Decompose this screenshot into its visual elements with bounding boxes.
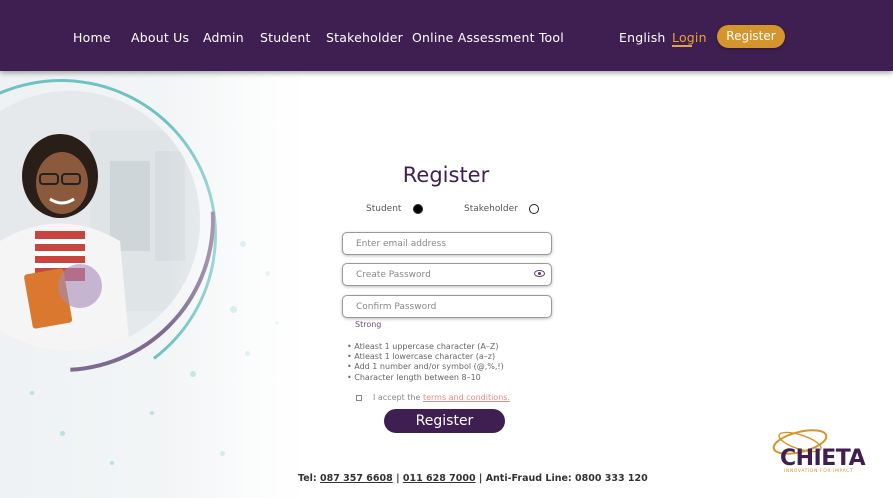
password-rule: • Character length between 8–10	[347, 373, 481, 382]
password-strength-indicator: Strong	[355, 320, 382, 329]
nav-online-assessment-tool[interactable]: Online Assessment Tool	[412, 30, 564, 45]
email-field[interactable]: Enter email address	[342, 232, 552, 255]
terms-label: I accept the terms and conditions.	[373, 393, 510, 402]
active-underline	[672, 45, 692, 47]
nav-home[interactable]: Home	[73, 30, 111, 45]
footer-contact: Tel: 087 357 6608 | 011 628 7000 | Anti-…	[298, 473, 648, 484]
footer-separator: |	[478, 473, 483, 484]
top-navbar: Home About Us Admin Student Stakeholder …	[0, 0, 893, 71]
hero-image	[0, 71, 300, 498]
tel-label: Tel:	[298, 473, 317, 484]
password-rule: • Atleast 1 lowercase character (a–z)	[347, 352, 496, 361]
language-selector[interactable]: English	[619, 30, 666, 45]
nav-about-us[interactable]: About Us	[131, 30, 189, 45]
logo-wordmark: CHIETA	[780, 446, 866, 471]
nav-stakeholder[interactable]: Stakeholder	[326, 30, 403, 45]
show-password-eye-icon[interactable]	[534, 270, 545, 277]
chieta-logo[interactable]: CHIETA INNOVATION FOR IMPACT	[770, 422, 870, 477]
role-stakeholder-label: Stakeholder	[464, 204, 518, 214]
role-student-label: Student	[366, 204, 402, 214]
form-title: Register	[402, 163, 490, 187]
terms-prefix: I accept the	[373, 393, 421, 402]
nav-admin[interactable]: Admin	[203, 30, 244, 45]
terms-link[interactable]: terms and conditions.	[423, 393, 510, 402]
password-rule: • Add 1 number and/or symbol (@,%,!)	[347, 362, 504, 371]
nav-login[interactable]: Login	[672, 30, 707, 45]
password-rule: • Atleast 1 uppercase character (A–Z)	[347, 342, 499, 351]
anti-fraud-line: Anti-Fraud Line: 0800 333 120	[485, 473, 648, 484]
nav-register-button[interactable]: Register	[717, 25, 785, 48]
role-stakeholder-radio[interactable]	[529, 204, 539, 214]
password-field[interactable]: Create Password	[342, 263, 552, 286]
register-submit-button[interactable]: Register	[384, 409, 505, 433]
terms-checkbox[interactable]	[356, 395, 362, 401]
footer-separator: |	[396, 473, 400, 484]
hero-fade-overlay	[0, 71, 300, 498]
logo-tagline: INNOVATION FOR IMPACT	[784, 469, 854, 474]
tel-link-2[interactable]: 011 628 7000	[403, 473, 476, 484]
tel-link-1[interactable]: 087 357 6608	[320, 473, 393, 484]
confirm-password-field[interactable]: Confirm Password	[342, 295, 552, 318]
nav-student[interactable]: Student	[260, 30, 311, 45]
role-student-radio[interactable]	[413, 204, 423, 214]
